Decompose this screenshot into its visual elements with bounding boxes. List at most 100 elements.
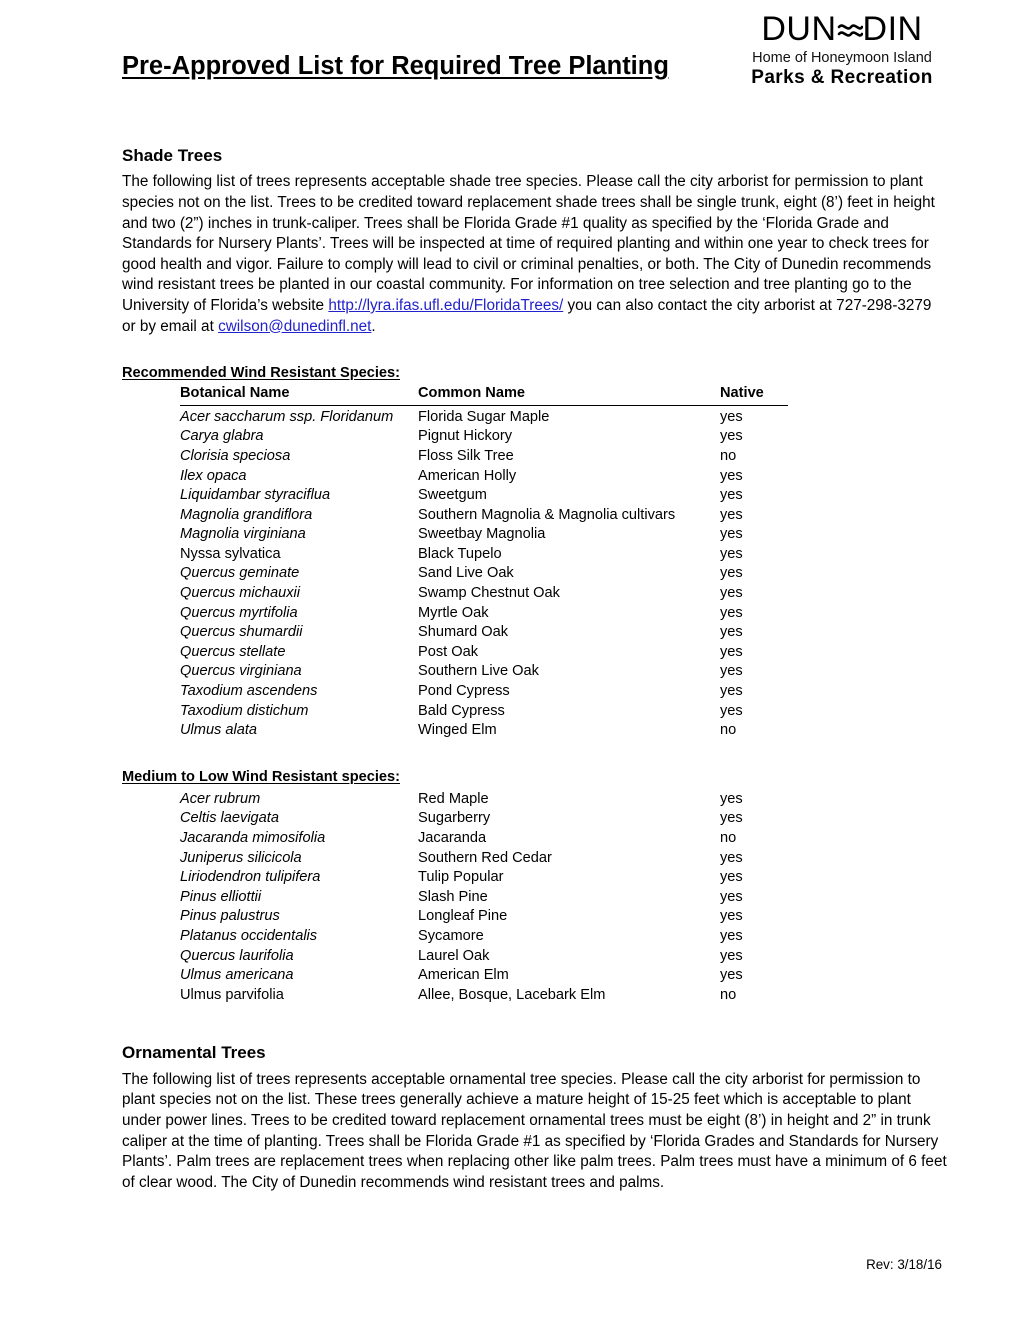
cell-common-name: Myrtle Oak: [418, 604, 489, 621]
medium-low-species-section: Medium to Low Wind Resistant species: Ac…: [122, 741, 948, 1006]
cell-native: yes: [720, 643, 743, 660]
cell-native: no: [720, 722, 737, 739]
cell-native: yes: [720, 683, 743, 700]
table-row: Magnolia virginiana Sweetbay Magnolia yes: [180, 525, 788, 545]
cell-native: no: [720, 986, 737, 1003]
cell-botanical-name: Ulmus americana: [180, 967, 294, 984]
table-row: Acer saccharum ssp. Floridanum Florida Su…: [180, 405, 788, 427]
cell-native: yes: [720, 624, 743, 641]
table-row: Ulmus parvifolia Allee, Bosque, Lacebark …: [180, 986, 788, 1006]
cell-botanical-name: Acer saccharum ssp. Floridanum: [180, 408, 394, 425]
document-page: DUN DIN Home of Honeymoon Island Parks & …: [0, 0, 1020, 1320]
cell-botanical-name: Carya glabra: [180, 428, 264, 445]
cell-common-name: Sand Live Oak: [418, 565, 514, 582]
table-row: Jacaranda mimosifolia Jacaranda no: [180, 829, 788, 849]
logo-wordmark: DUN DIN: [736, 12, 948, 46]
table-row: Liriodendron tulipifera Tulip Popular yes: [180, 868, 788, 888]
shade-paragraph-part-1: The following list of trees represents a…: [122, 173, 935, 314]
table-row: Pinus elliottii Slash Pine yes: [180, 888, 788, 908]
wave-glyph-icon: [837, 18, 863, 44]
cell-native: yes: [720, 487, 743, 504]
document-header: DUN DIN Home of Honeymoon Island Parks & …: [122, 0, 948, 108]
medium-low-species-table: Acer rubrum Red Maple yes Celtis laevigata S…: [180, 788, 788, 1006]
ornamental-trees-paragraph: The following list of trees represents a…: [122, 1070, 947, 1191]
cell-common-name: Swamp Chestnut Oak: [418, 585, 560, 602]
cell-native: yes: [720, 947, 743, 964]
table-row: Quercus geminate Sand Live Oak yes: [180, 564, 788, 584]
table-row: Platanus occidentalis Sycamore yes: [180, 927, 788, 947]
table-row: Quercus virginiana Southern Live Oak yes: [180, 662, 788, 682]
cell-botanical-name: Taxodium ascendens: [180, 683, 318, 700]
cell-common-name: Allee, Bosque, Lacebark Elm: [418, 986, 606, 1003]
cell-botanical-name: Celtis laevigata: [180, 810, 279, 827]
table-row: Celtis laevigata Sugarberry yes: [180, 809, 788, 829]
cell-common-name: Southern Live Oak: [418, 663, 539, 680]
cell-common-name: Laurel Oak: [418, 947, 490, 964]
cell-botanical-name: Quercus laurifolia: [180, 947, 294, 964]
cell-common-name: Jacaranda: [418, 830, 487, 847]
cell-common-name: Sweetbay Magnolia: [418, 526, 546, 543]
florida-trees-link[interactable]: http://lyra.ifas.ufl.edu/FloridaTrees/: [328, 297, 563, 314]
cell-native: yes: [720, 506, 743, 523]
table-row: Quercus myrtifolia Myrtle Oak yes: [180, 604, 788, 624]
cell-botanical-name: Ulmus alata: [180, 722, 258, 739]
cell-common-name: Southern Red Cedar: [418, 849, 552, 866]
cell-botanical-name: Ilex opaca: [180, 467, 247, 484]
logo-department: Parks & Recreation: [751, 66, 933, 88]
recommended-species-rows: Acer saccharum ssp. Floridanum Florida Su…: [180, 405, 788, 741]
table-row: Ulmus alata Winged Elm no: [180, 721, 788, 741]
cell-common-name: Pond Cypress: [418, 683, 510, 700]
ornamental-trees-heading: Ornamental Trees: [122, 1043, 266, 1063]
table-row: Quercus stellate Post Oak yes: [180, 643, 788, 663]
table-row: Clorisia speciosa Floss Silk Tree no: [180, 447, 788, 467]
cell-botanical-name: Quercus myrtifolia: [180, 604, 298, 621]
logo-wordmark-suffix: DIN: [862, 10, 923, 48]
shade-paragraph-part-3: .: [371, 317, 376, 335]
cell-botanical-name: Quercus michauxii: [180, 585, 301, 602]
arborist-email-link[interactable]: cwilson@dunedinfl.net: [218, 318, 371, 335]
cell-common-name: Florida Sugar Maple: [418, 408, 550, 425]
cell-native: yes: [720, 888, 743, 905]
cell-common-name: Slash Pine: [418, 888, 488, 905]
logo-tagline: Home of Honeymoon Island: [752, 50, 932, 66]
cell-native: yes: [720, 869, 743, 886]
cell-botanical-name: Pinus elliottii: [180, 888, 262, 905]
cell-native: yes: [720, 849, 743, 866]
cell-native: yes: [720, 545, 743, 562]
cell-botanical-name: Magnolia grandiflora: [180, 506, 313, 523]
cell-native: yes: [720, 565, 743, 582]
table-row: Juniperus silicicola Southern Red Cedar ye…: [180, 849, 788, 869]
revision-footer: Rev: 3/18/16: [866, 1257, 942, 1272]
cell-common-name: Southern Magnolia & Magnolia cultivars: [418, 506, 676, 523]
column-header-common: Common Name: [418, 384, 720, 406]
table-row: Quercus laurifolia Laurel Oak yes: [180, 947, 788, 967]
cell-common-name: American Elm: [418, 967, 509, 984]
cell-common-name: American Holly: [418, 467, 517, 484]
cell-common-name: Sycamore: [418, 927, 484, 944]
logo-wordmark-prefix: DUN: [761, 10, 837, 48]
shade-trees-heading: Shade Trees: [122, 146, 223, 165]
cell-native: yes: [720, 927, 743, 944]
cell-botanical-name: Platanus occidentalis: [180, 927, 318, 944]
cell-native: yes: [720, 967, 743, 984]
column-header-native: Native: [720, 384, 788, 406]
cell-native: yes: [720, 790, 743, 807]
table-row: Acer rubrum Red Maple yes: [180, 788, 788, 810]
table-row: Nyssa sylvatica Black Tupelo yes: [180, 545, 788, 565]
cell-native: yes: [720, 526, 743, 543]
cell-common-name: Pignut Hickory: [418, 428, 513, 445]
cell-botanical-name: Ulmus parvifolia: [180, 986, 284, 1003]
recommended-species-section: Recommended Wind Resistant Species: Bota…: [122, 337, 948, 741]
cell-botanical-name: Jacaranda mimosifolia: [180, 830, 326, 847]
table-header-row: Botanical Name Common Name Native: [180, 384, 788, 406]
cell-common-name: Red Maple: [418, 790, 489, 807]
cell-botanical-name: Liriodendron tulipifera: [180, 869, 321, 886]
recommended-species-table: Botanical Name Common Name Native Acer s…: [180, 384, 788, 741]
column-header-botanical: Botanical Name: [180, 384, 418, 406]
dunedin-logo: DUN DIN Home of Honeymoon Island Parks & …: [736, 12, 948, 87]
cell-native: no: [720, 830, 737, 847]
cell-native: yes: [720, 810, 743, 827]
cell-common-name: Winged Elm: [418, 722, 497, 739]
table-row: Quercus michauxii Swamp Chestnut Oak yes: [180, 584, 788, 604]
cell-common-name: Floss Silk Tree: [418, 447, 514, 464]
